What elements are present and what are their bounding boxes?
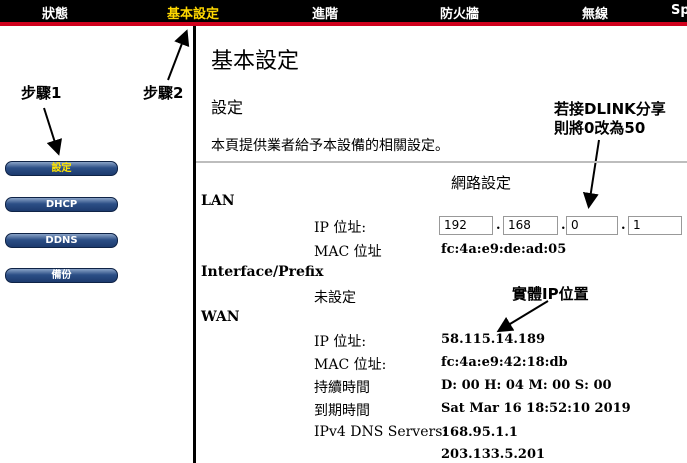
lan-ip-label: IP 位址: [314,220,367,236]
lan-ip-octet-3[interactable]: 0 [566,216,618,235]
lan-heading: LAN [201,193,235,209]
ip-dot: . [621,218,626,233]
ip-dot: . [496,218,501,233]
interface-prefix-heading: Interface/Prefix [201,264,324,280]
ip-dot: . [561,218,566,233]
arrow-step1 [43,107,62,156]
lan-mac-value: fc:4a:e9:de:ad:05 [441,242,567,257]
arrow-dlink [582,139,600,209]
interface-prefix-value: 未設定 [314,290,356,306]
lan-ip-octet-2[interactable]: 168 [503,216,558,235]
wan-dns-label: IPv4 DNS Servers: [314,424,448,440]
lan-ip-octet-4[interactable]: 1 [628,216,682,235]
wan-expire-label: 到期時間 [314,403,370,419]
content-divider [196,161,687,163]
wan-dns-value-1: 168.95.1.1 [441,425,518,440]
arrow-step2 [167,29,190,81]
wan-ip-label: IP 位址: [314,334,367,350]
wan-heading: WAN [201,309,240,325]
lan-ip-octet-1[interactable]: 192 [439,216,493,235]
wan-ip-value: 58.115.14.189 [441,332,546,347]
page-title: 基本設定 [211,49,300,74]
wan-duration-label: 持續時間 [314,380,370,396]
section-title: 網路設定 [451,174,512,192]
lan-mac-label: MAC 位址 [314,244,382,260]
wan-duration-value: D: 00 H: 04 M: 00 S: 00 [441,378,612,393]
wan-expire-value: Sat Mar 16 18:52:10 2019 [441,401,631,416]
page-subtitle: 設定 [211,98,244,117]
arrow-physical-ip [496,300,549,333]
wan-mac-label: MAC 位址: [314,357,387,373]
wan-mac-value: fc:4a:e9:42:18:db [441,355,568,370]
page-description: 本頁提供業者給予本設備的相關設定。 [211,138,449,154]
wan-dns-value-2: 203.133.5.201 [441,447,546,462]
